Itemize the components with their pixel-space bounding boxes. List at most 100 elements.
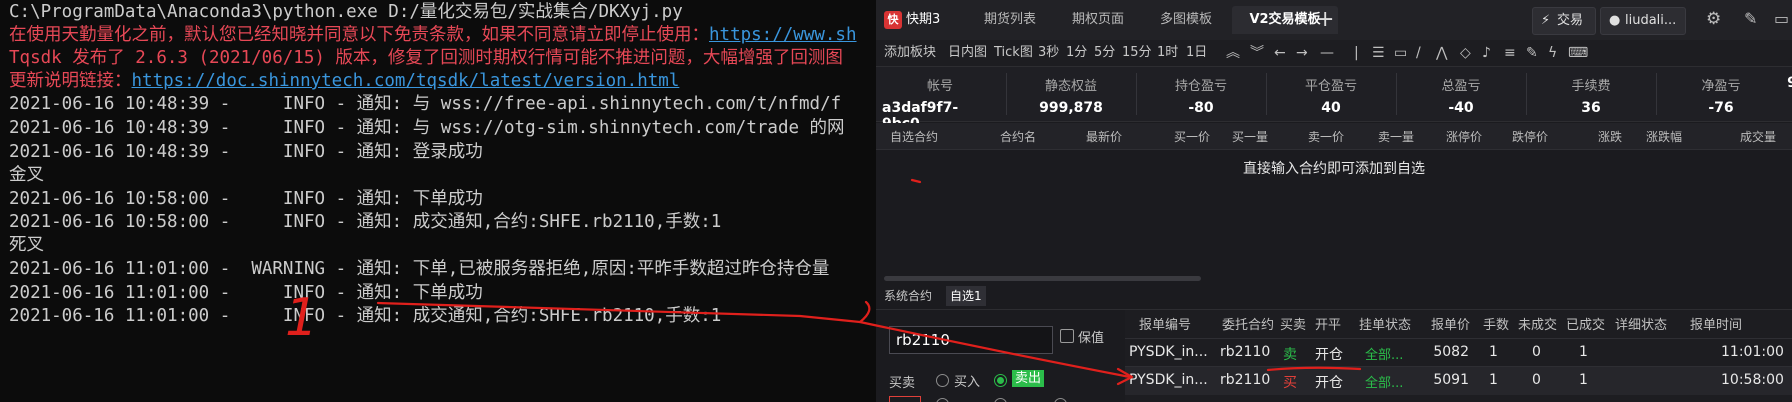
rectangle-tool-icon[interactable]: ▭ [1394,44,1407,62]
divider [1136,73,1137,115]
arrow-right-icon[interactable]: → [1296,44,1308,62]
radio-partial[interactable] [1054,398,1067,402]
account-col-id: 帐号 a3daf9f7-9bc0... [876,67,1004,132]
account-label: 平仓盈亏 [1304,79,1357,94]
more-icon[interactable]: ▭ [1774,9,1789,28]
orders-col-time[interactable]: 报单时间 [1690,314,1742,333]
account-value: -40 [1448,100,1474,116]
account-value: 40 [1321,100,1341,116]
order-row[interactable]: PYSDK_in... rb2110 买 开仓 全部... 5091 1 0 1… [1125,366,1792,395]
order-time: 10:58:00 [1721,372,1784,388]
order-filled: 1 [1579,344,1588,360]
truncated-control[interactable] [889,396,921,402]
sell-radio[interactable] [994,374,1007,387]
wl-col-bid[interactable]: 买一价 [1174,128,1210,145]
order-filled: 1 [1579,372,1588,388]
line-tool-icon[interactable]: / [1416,44,1421,62]
text-tool-icon[interactable]: ☰ [1372,44,1385,62]
wl-col-upper-limit[interactable]: 涨停价 [1446,128,1482,145]
pin-icon[interactable]: ✎ [1744,9,1757,28]
account-col-commission: 手续费 36 [1528,67,1654,121]
wl-col-lower-limit[interactable]: 跌停价 [1512,128,1548,145]
period-1m[interactable]: 1分 [1066,44,1087,62]
tab-kuaiqi3[interactable]: 快期3 [904,6,962,34]
radio-partial[interactable] [994,398,1007,402]
orders-col-side[interactable]: 买卖 [1280,314,1306,333]
log-line: 2021-06-16 10:48:39 - INFO - 通知: 登录成功 [9,142,483,162]
buy-radio[interactable] [936,374,949,387]
period-1h[interactable]: 1时 [1157,44,1178,62]
disclaimer-link[interactable]: https://www.sh [709,25,857,45]
tab-futures-list[interactable]: 期货列表 [968,6,1052,34]
orders-col-lots[interactable]: 手数 [1483,314,1509,333]
changelog-label: 更新说明链接： [9,71,132,91]
trade-button[interactable]: ⚡ 交易 [1532,7,1596,35]
order-offset: 开仓 [1315,347,1343,363]
orders-col-status[interactable]: 挂单状态 [1359,314,1411,333]
wl-col-name[interactable]: 合约名 [1000,128,1036,145]
polyline-tool-icon[interactable]: ⋀ [1436,44,1447,62]
chevron-down-double-icon[interactable]: ︾ [1250,44,1264,62]
wl-col-ask-vol[interactable]: 卖一量 [1378,128,1414,145]
wl-col-change-pct[interactable]: 涨跌幅 [1646,128,1682,145]
period-tick[interactable]: Tick图 [994,44,1033,62]
add-panel-button[interactable]: 添加板块 [884,44,936,62]
horizontal-line-icon[interactable]: — [1320,44,1334,62]
orders-col-offset[interactable]: 开平 [1315,314,1341,333]
period-intraday[interactable]: 日内图 [948,44,987,62]
tab-multi-chart[interactable]: 多图模板 [1144,6,1228,34]
account-col-net-pnl: 净盈亏 -76 [1658,67,1784,121]
period-3s[interactable]: 3秒 [1038,44,1059,62]
account-col-position-pnl: 持仓盈亏 -80 [1138,67,1264,121]
add-tab-icon[interactable]: + [1316,7,1334,32]
wl-col-volume[interactable]: 成交量 [1740,128,1776,145]
flash-icon[interactable]: ϟ [1548,44,1557,62]
period-1d[interactable]: 1日 [1186,44,1207,62]
account-col-close-pnl: 平仓盈亏 40 [1268,67,1394,121]
wl-col-contract[interactable]: 自选合约 [890,128,938,145]
chevron-up-double-icon[interactable]: ︽ [1226,44,1240,62]
eraser-icon[interactable]: ◇ [1460,44,1471,62]
wl-col-ask[interactable]: 卖一价 [1308,128,1344,145]
orders-col-filled[interactable]: 已成交 [1566,314,1605,333]
order-lots: 1 [1489,372,1498,388]
changelog-line: 更新说明链接：https://doc.shinnytech.com/tqsdk/… [9,69,679,93]
orders-col-id[interactable]: 报单编号 [1139,314,1191,333]
wl-col-bid-vol[interactable]: 买一量 [1232,128,1268,145]
filter-icon[interactable]: ≡ [1504,44,1516,62]
subtab-system-contracts[interactable]: 系统合约 [880,286,936,306]
wl-col-change[interactable]: 涨跌 [1598,128,1622,145]
orders-col-unfilled[interactable]: 未成交 [1518,314,1557,333]
order-row[interactable]: PYSDK_in... rb2110 卖 开仓 全部... 5082 1 0 1… [1125,338,1792,367]
pen-icon[interactable]: ✎ [1526,44,1538,62]
user-button-label: liudali... [1625,13,1677,28]
account-label: 总盈亏 [1441,79,1481,94]
gear-icon[interactable]: ⚙ [1706,9,1721,29]
orders-col-contract[interactable]: 委托合约 [1222,314,1274,333]
period-5m[interactable]: 5分 [1094,44,1115,62]
hedge-checkbox[interactable] [1060,329,1074,343]
watchlist-header: 自选合约 合约名 最新价 买一价 买一量 卖一价 卖一量 涨停价 跌停价 涨跌 … [876,123,1792,150]
account-col-truncated: 9 [1782,67,1792,121]
bell-icon[interactable]: ♪ [1482,44,1491,62]
watchlist-scrollbar[interactable] [884,276,1201,281]
wl-col-last[interactable]: 最新价 [1086,128,1122,145]
period-15m[interactable]: 15分 [1122,44,1152,62]
contract-input[interactable] [889,326,1053,354]
account-value: -80 [1188,100,1214,116]
orders-col-detail[interactable]: 详细状态 [1615,314,1667,333]
orders-col-price[interactable]: 报单价 [1431,314,1470,333]
terminal-window[interactable]: C:\ProgramData\Anaconda3\python.exe D:/量… [0,0,876,402]
order-status: 全部... [1365,376,1404,391]
orders-table: 报单编号 委托合约 买卖 开平 挂单状态 报单价 手数 未成交 已成交 详细状态… [1125,310,1792,402]
log-line: 2021-06-16 11:01:00 - INFO - 通知: 下单成功 [9,283,483,303]
keyboard-icon[interactable]: ⌨ [1568,44,1588,62]
user-button[interactable]: ● liudali... [1600,7,1686,35]
arrow-left-icon[interactable]: ← [1274,44,1286,62]
subtab-watchlist-1[interactable]: 自选1 [946,286,986,306]
tab-options-page[interactable]: 期权页面 [1056,6,1140,34]
order-unfilled: 0 [1532,344,1541,360]
changelog-link[interactable]: https://doc.shinnytech.com/tqsdk/latest/… [132,71,680,91]
radio-partial[interactable] [936,398,949,402]
account-col-total-pnl: 总盈亏 -40 [1398,67,1524,121]
